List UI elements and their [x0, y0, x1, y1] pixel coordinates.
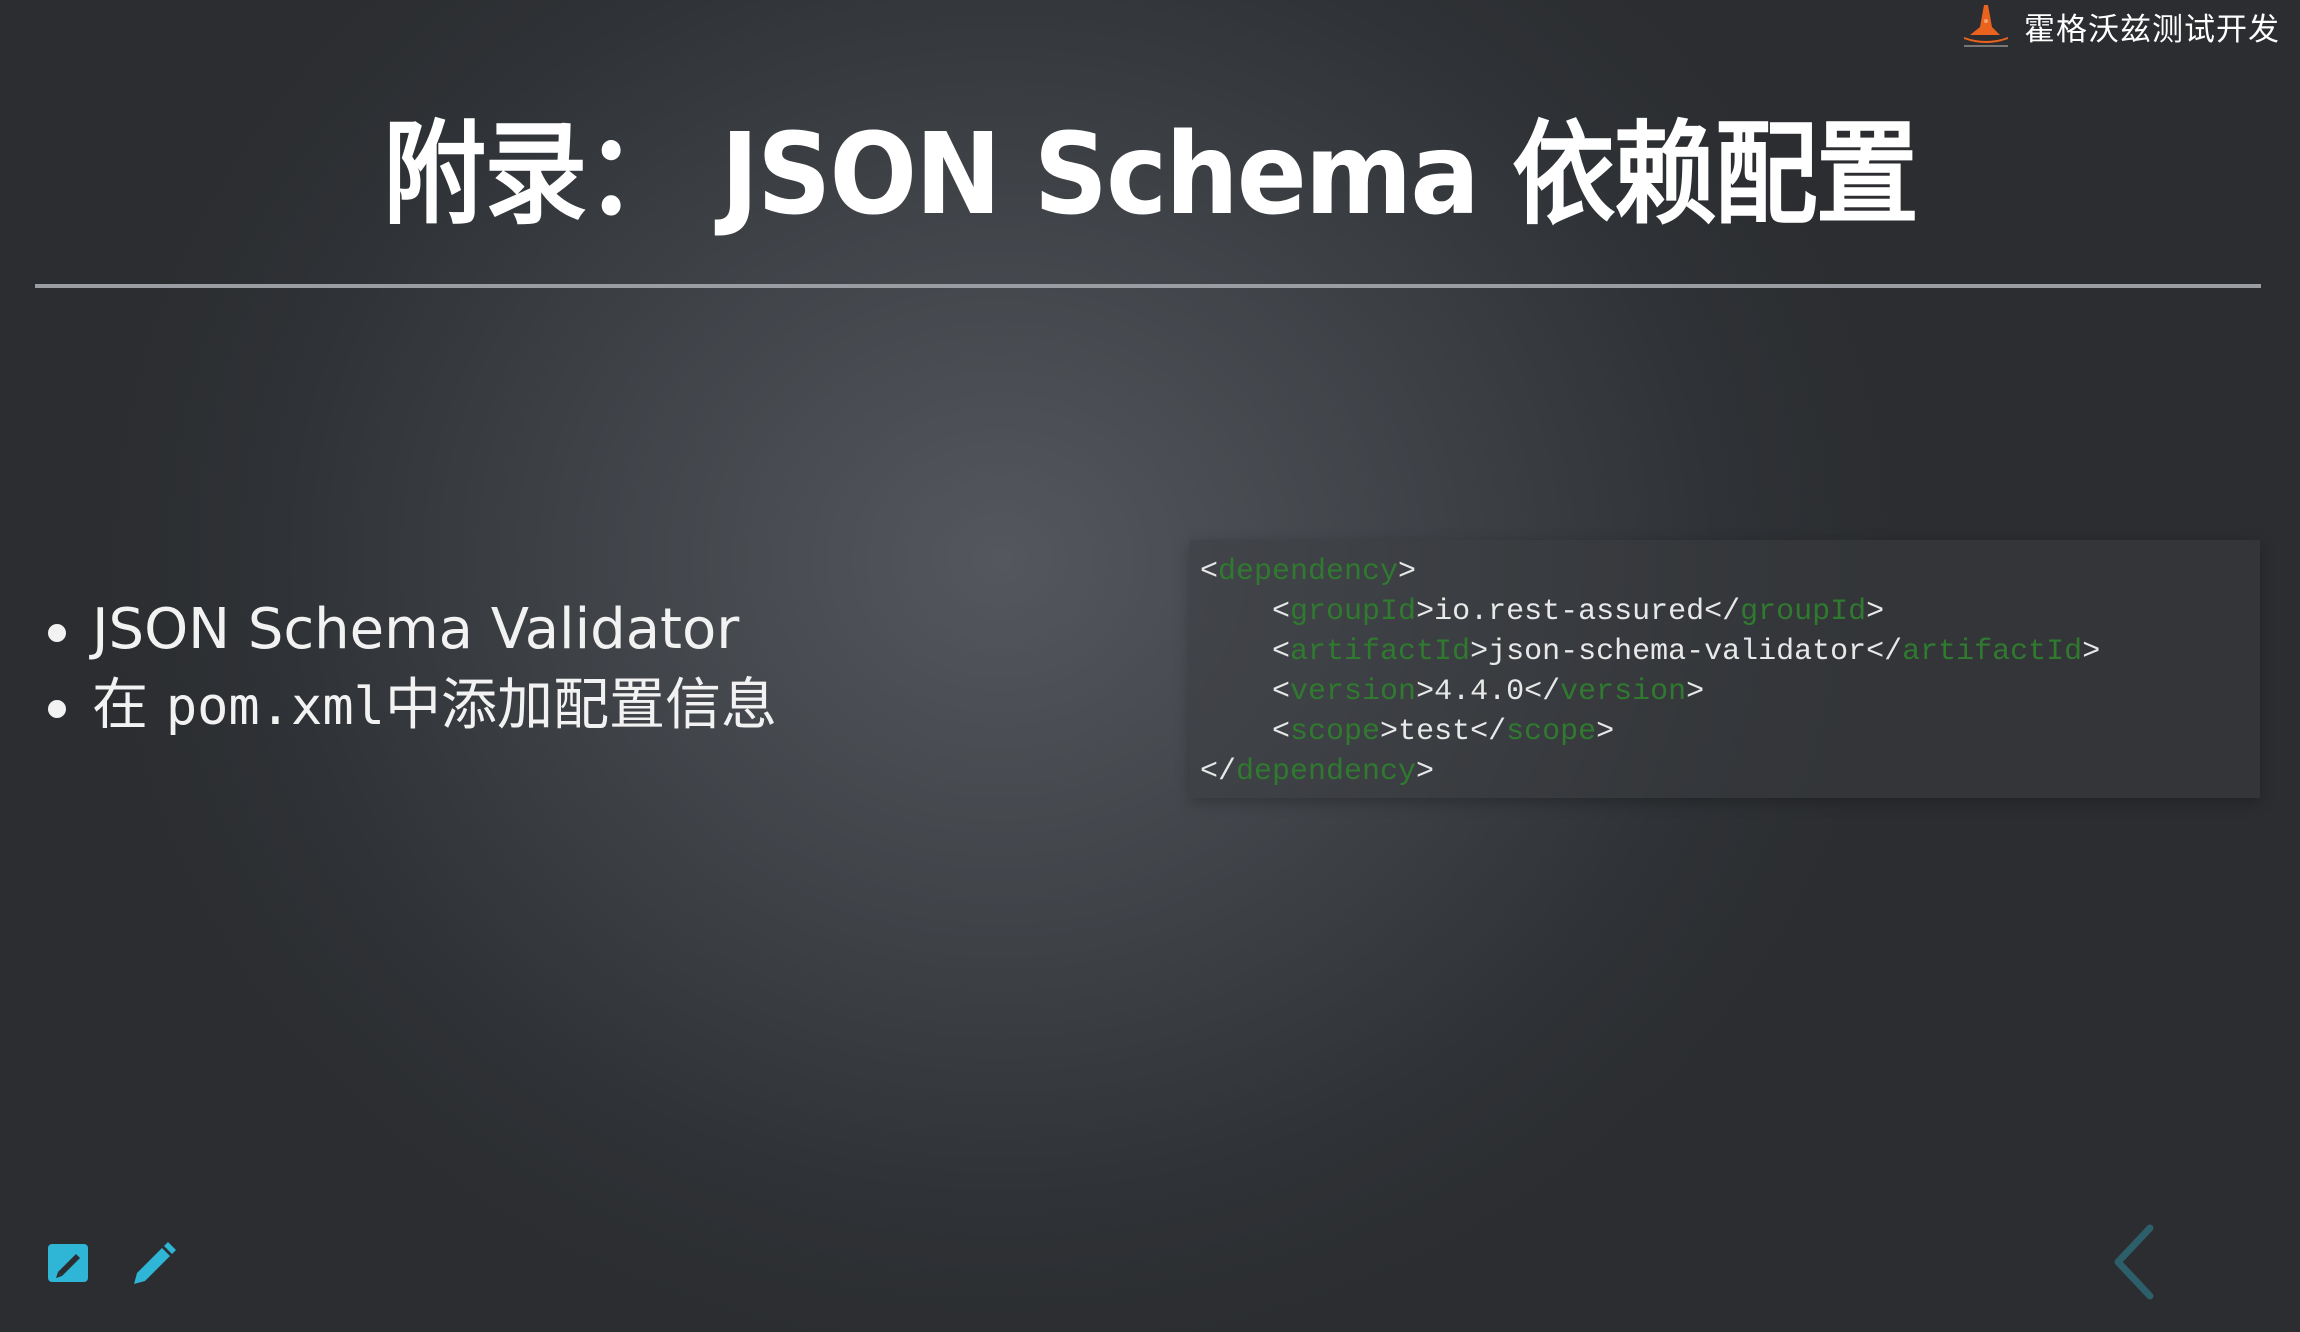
xml-tag: dependency	[1218, 555, 1399, 589]
xml-tag: artifactId	[1902, 635, 2083, 669]
bullet-text-suffix: 中添加配置信息	[384, 673, 777, 738]
xml-tag: scope	[1506, 715, 1597, 749]
presentation-toolbar	[46, 1240, 176, 1286]
inline-code: pom.xml	[165, 677, 385, 737]
xml-value: 4.4.0	[1434, 675, 1525, 709]
bullet-item: 在 pom.xml中添加配置信息	[46, 668, 777, 745]
xml-tag: groupId	[1290, 595, 1417, 629]
bullet-list: JSON Schema Validator 在 pom.xml中添加配置信息	[46, 592, 777, 745]
xml-value: json-schema-validator	[1488, 635, 1867, 669]
xml-value: io.rest-assured	[1434, 595, 1705, 629]
bullet-item: JSON Schema Validator	[46, 592, 777, 668]
code-text: <dependency> <groupId>io.rest-assured</g…	[1200, 555, 2101, 789]
title-divider	[35, 284, 2261, 288]
bullet-text-prefix: 在	[92, 673, 166, 738]
code-block: <dependency> <groupId>io.rest-assured</g…	[1190, 540, 2260, 798]
xml-tag: version	[1560, 675, 1687, 709]
xml-tag: artifactId	[1290, 635, 1471, 669]
xml-value: test	[1398, 715, 1471, 749]
slide-title: 附录： JSON Schema 依赖配置	[383, 110, 1919, 240]
xml-tag: scope	[1290, 715, 1381, 749]
pencil-icon[interactable]	[128, 1240, 176, 1286]
wizard-hat-icon	[1954, 1, 2018, 51]
sketch-board-icon[interactable]	[46, 1240, 92, 1286]
brand-header: 霍格沃兹测试开发	[1954, 0, 2280, 52]
brand-name: 霍格沃兹测试开发	[2024, 11, 2280, 48]
chevron-left-icon[interactable]	[2108, 1222, 2158, 1302]
xml-tag: version	[1290, 675, 1417, 709]
xml-tag: groupId	[1740, 595, 1867, 629]
bullet-text: JSON Schema Validator	[92, 597, 740, 662]
xml-tag: dependency	[1236, 755, 1417, 789]
